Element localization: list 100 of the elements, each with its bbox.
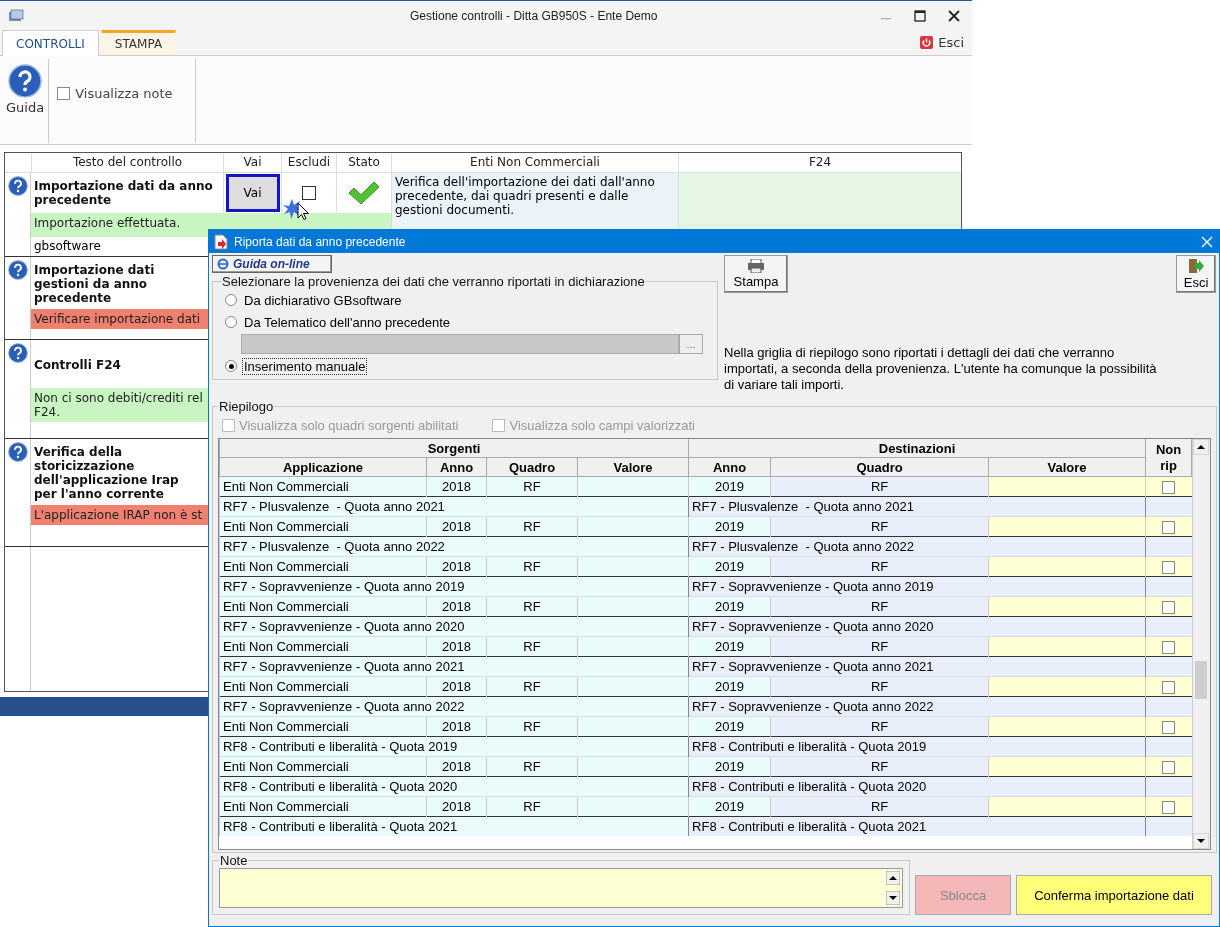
table-cell: 2019: [688, 476, 771, 497]
value-field[interactable]: [988, 636, 1146, 657]
checkbox[interactable]: [57, 87, 71, 100]
checkbox[interactable]: [1162, 521, 1176, 535]
checkbox[interactable]: [1162, 761, 1176, 775]
value-field[interactable]: [988, 796, 1146, 817]
table-cell: 2018: [426, 756, 487, 777]
exit-door-icon: [1188, 258, 1204, 274]
table-cell: 2018: [426, 796, 487, 817]
checkbox[interactable]: [1162, 601, 1176, 615]
checkbox[interactable]: [1162, 561, 1176, 575]
note-field[interactable]: [219, 868, 903, 908]
table-cell: 2018: [426, 556, 487, 577]
checkbox[interactable]: [1162, 481, 1176, 495]
section-title: RF7 - Plusvalenze - Quota anno 2022: [219, 536, 689, 557]
value-field[interactable]: [988, 596, 1146, 617]
tab[interactable]: CONTROLLI: [2, 30, 99, 56]
radio-button[interactable]: [225, 294, 237, 306]
go-button[interactable]: Vai: [225, 174, 280, 212]
value-field[interactable]: [988, 716, 1146, 737]
value-field[interactable]: [988, 556, 1146, 577]
status-message: Verificare importazione dati: [31, 309, 209, 329]
value-field[interactable]: [988, 756, 1146, 777]
table-cell: RF: [486, 796, 578, 817]
source-text: gbsoftware: [33, 238, 102, 255]
table-cell: RF: [486, 596, 578, 617]
value-field[interactable]: [988, 476, 1146, 497]
section-title: RF8 - Contributi e liberalità - Quota 2019: [688, 736, 1146, 757]
table-cell: 2018: [426, 516, 487, 537]
scrollbar[interactable]: [1192, 439, 1211, 849]
column-header: Non rip: [1145, 439, 1192, 477]
group-legend: Selezionare la provenienza dei dati che verranno riportati in dichiarazione: [221, 274, 646, 289]
section-title: RF8 - Contributi e liberalità - Quota 2020: [688, 776, 1146, 797]
column-header: Testo del controllo: [31, 153, 223, 172]
status-message: L'applicazione IRAP non è st: [31, 505, 209, 525]
table-cell: RF: [770, 716, 989, 737]
radio-label: Inserimento manuale: [242, 357, 368, 375]
table-cell: 2018: [426, 476, 487, 497]
table-cell: 2018: [426, 716, 487, 737]
help-icon[interactable]: [8, 260, 28, 280]
table-cell: RF: [770, 556, 989, 577]
group-legend: Riepilogo: [218, 399, 275, 414]
section-title: RF8 - Contributi e liberalità - Quota 2021: [688, 816, 1146, 836]
checkbox[interactable]: [1162, 641, 1176, 655]
column-header: Vai: [223, 153, 281, 172]
scroll-down-icon[interactable]: [1193, 833, 1210, 849]
column-header: F24: [678, 153, 961, 172]
radio-label: Da Telematico dell'anno precedente: [243, 313, 452, 331]
value-field[interactable]: [988, 516, 1146, 537]
section-title: RF7 - Sopravvenienze - Quota anno 2022: [688, 696, 1146, 717]
maximize-icon[interactable]: [914, 9, 926, 22]
confirm-button[interactable]: Conferma importazione dati: [1016, 875, 1212, 915]
checkbox[interactable]: [1162, 721, 1176, 735]
section-title: RF8 - Contributi e liberalità - Quota 2021: [219, 816, 689, 836]
radio-button[interactable]: [225, 360, 237, 372]
section-title: RF7 - Plusvalenze - Quota anno 2021: [688, 496, 1146, 517]
column-header: Stato: [336, 153, 391, 172]
table-cell: RF: [770, 756, 989, 777]
section-title: RF7 - Sopravvenienze - Quota anno 2020: [688, 616, 1146, 637]
section-title: RF7 - Sopravvenienze - Quota anno 2020: [219, 616, 689, 637]
document-icon: [214, 233, 228, 250]
info-text: Nella griglia di riepilogo sono riportati i dettagli dei dati che verranno importati, a seconda della provenienza. L'utente ha comunque la possibilità di variare tali importi.: [724, 345, 1158, 393]
table-cell: RF: [770, 596, 989, 617]
table-cell: 2019: [688, 596, 771, 617]
control-title: Verifica della storicizzazione dell'applicazione Irap per l'anno corrente: [33, 444, 180, 501]
checkbox[interactable]: [1162, 681, 1176, 695]
column-group-header: Destinazioni: [688, 439, 1146, 458]
browse-button[interactable]: ...: [679, 334, 703, 354]
radio-button[interactable]: [225, 316, 237, 328]
section-title: RF7 - Sopravvenienze - Quota anno 2019: [219, 576, 689, 597]
table-cell: 2019: [688, 556, 771, 577]
exit-button[interactable]: Esci: [914, 34, 970, 51]
table-cell: RF: [486, 676, 578, 697]
control-title: Controlli F24: [33, 357, 122, 374]
window-title: Gestione controlli - Ditta GB950S - Ente Demo: [410, 8, 658, 23]
table-cell: Enti Non Commerciali: [219, 676, 427, 697]
tab[interactable]: STAMPA: [100, 30, 177, 55]
table-cell: Enti Non Commerciali: [219, 636, 427, 657]
help-icon[interactable]: [8, 343, 28, 363]
table-cell: RF: [770, 796, 989, 817]
close-icon[interactable]: [948, 9, 960, 22]
printer-icon: [747, 259, 765, 273]
value-field[interactable]: [988, 676, 1146, 697]
print-button[interactable]: Stampa: [724, 255, 788, 293]
table-cell: Enti Non Commerciali: [219, 716, 427, 737]
table-cell: 2019: [688, 636, 771, 657]
scroll-up-icon[interactable]: [886, 871, 900, 885]
checkbox[interactable]: [1162, 801, 1176, 815]
exit-button[interactable]: Esci: [1176, 255, 1216, 293]
help-icon[interactable]: [8, 442, 28, 462]
scroll-down-icon[interactable]: [886, 891, 900, 905]
control-title: Importazione dati gestioni da anno precedente: [33, 262, 156, 305]
online-help-button[interactable]: Guida on-line: [212, 255, 332, 273]
control-title: Importazione dati da anno precedente: [33, 178, 214, 209]
scroll-up-icon[interactable]: [1193, 439, 1210, 455]
power-icon: [920, 36, 934, 49]
scroll-thumb[interactable]: [1195, 661, 1208, 699]
help-button[interactable]: Guida: [0, 56, 49, 115]
exclude-checkbox[interactable]: [302, 186, 316, 200]
help-icon[interactable]: [8, 176, 28, 196]
